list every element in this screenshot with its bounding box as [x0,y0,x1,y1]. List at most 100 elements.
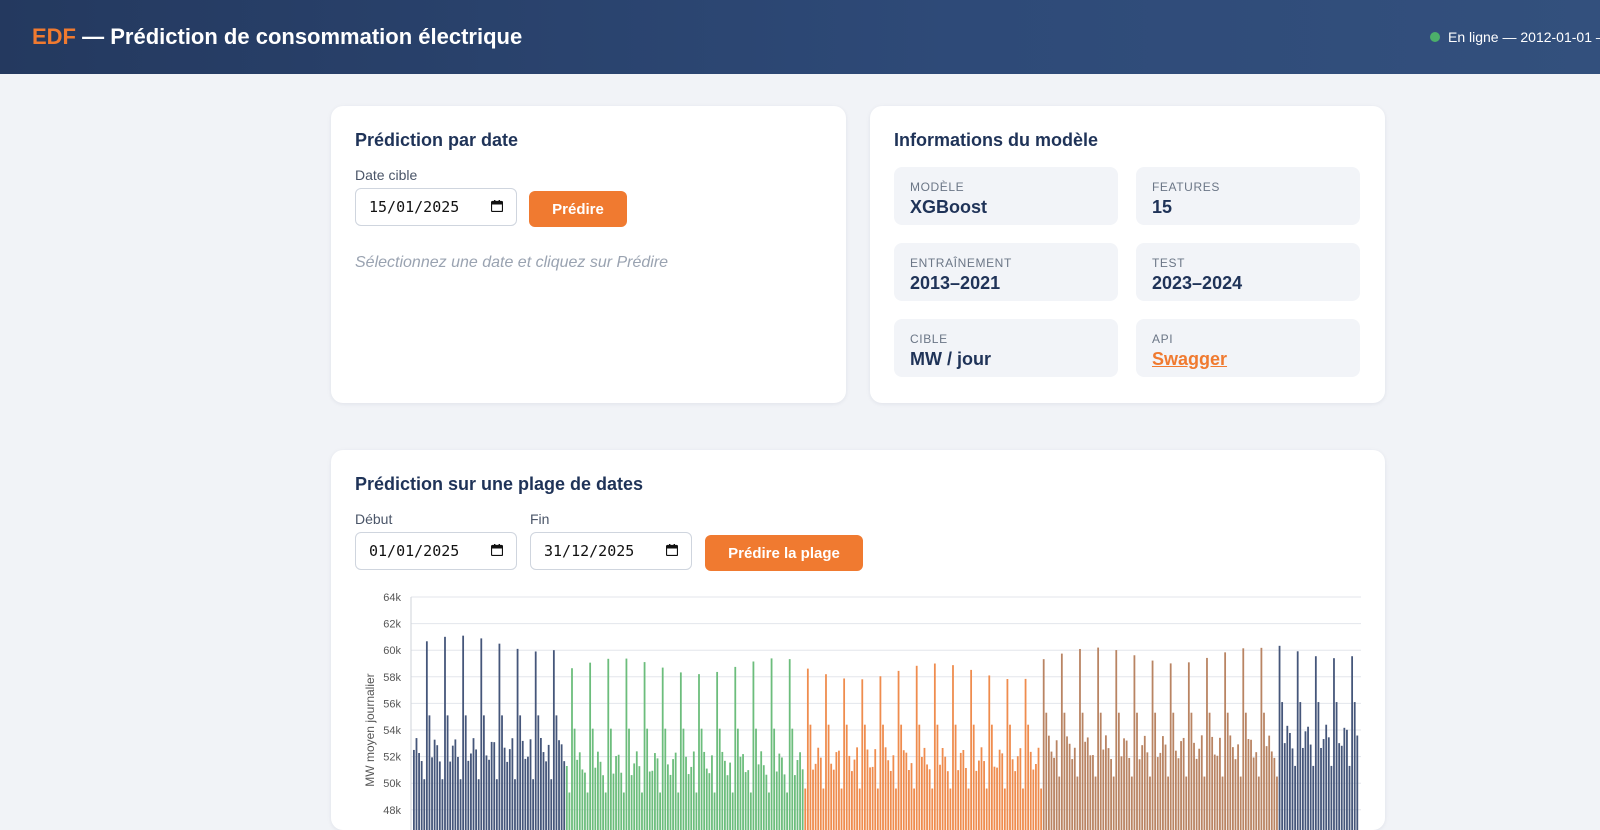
consumption-bar[interactable] [815,764,817,830]
consumption-bar[interactable] [970,670,972,830]
consumption-bar[interactable] [1349,766,1351,830]
consumption-bar[interactable] [843,678,845,830]
consumption-bar[interactable] [1136,713,1138,830]
consumption-bar[interactable] [804,789,806,830]
consumption-bar[interactable] [1276,777,1278,830]
consumption-bar[interactable] [491,742,493,830]
consumption-bar[interactable] [1216,756,1218,830]
consumption-bar[interactable] [900,725,902,830]
consumption-bar[interactable] [662,668,664,830]
consumption-bar[interactable] [833,770,835,830]
consumption-bar[interactable] [423,779,425,830]
consumption-bar[interactable] [563,761,565,830]
consumption-bar[interactable] [903,750,905,830]
consumption-bar[interactable] [1102,750,1104,830]
consumption-bar[interactable] [426,641,428,830]
consumption-bar[interactable] [1009,725,1011,830]
consumption-bar[interactable] [519,715,521,830]
consumption-bar[interactable] [913,789,915,830]
consumption-bar[interactable] [1121,756,1123,830]
consumption-bar[interactable] [1336,702,1338,830]
consumption-bar[interactable] [768,793,770,830]
consumption-bar[interactable] [973,725,975,830]
consumption-bar[interactable] [1263,713,1265,830]
consumption-bar[interactable] [861,679,863,830]
consumption-bar[interactable] [504,748,506,830]
consumption-bar[interactable] [1196,759,1198,830]
consumption-bar[interactable] [638,766,640,830]
consumption-bar[interactable] [1134,655,1136,830]
consumption-bar[interactable] [1017,756,1019,830]
consumption-bar[interactable] [1056,740,1058,830]
consumption-bar[interactable] [708,773,710,830]
consumption-bar[interactable] [1305,731,1307,830]
consumption-bar[interactable] [937,725,939,830]
consumption-bar[interactable] [569,793,571,830]
consumption-bar[interactable] [1310,745,1312,830]
consumption-bar[interactable] [719,729,721,830]
consumption-bar[interactable] [1025,679,1027,830]
consumption-bar[interactable] [675,753,677,830]
consumption-bar[interactable] [856,747,858,830]
predict-button[interactable]: Prédire [529,191,627,227]
consumption-bar[interactable] [716,672,718,830]
consumption-bar[interactable] [975,771,977,830]
consumption-bar[interactable] [677,793,679,830]
consumption-bar[interactable] [978,761,980,830]
consumption-bar[interactable] [991,725,993,830]
consumption-bar[interactable] [475,749,477,830]
consumption-bar[interactable] [548,745,550,830]
consumption-bar[interactable] [747,770,749,830]
consumption-bar[interactable] [791,729,793,830]
consumption-bar[interactable] [1330,766,1332,830]
consumption-bar[interactable] [1118,713,1120,830]
consumption-bar[interactable] [771,658,773,830]
consumption-bar[interactable] [683,729,685,830]
consumption-bar[interactable] [1343,728,1345,830]
consumption-bar[interactable] [750,793,752,830]
consumption-bar[interactable] [421,761,423,830]
consumption-bar[interactable] [1030,752,1032,830]
consumption-bar[interactable] [1019,748,1021,830]
consumption-bar[interactable] [724,761,726,830]
consumption-bar[interactable] [597,752,599,830]
consumption-bar[interactable] [880,676,882,830]
consumption-bar[interactable] [929,769,931,830]
consumption-bar[interactable] [854,760,856,830]
consumption-bar[interactable] [745,772,747,830]
consumption-bar[interactable] [763,765,765,830]
consumption-bar[interactable] [988,675,990,830]
consumption-bar[interactable] [631,775,633,830]
consumption-bar[interactable] [950,789,952,830]
consumption-bar[interactable] [1198,749,1200,830]
consumption-bar[interactable] [1141,745,1143,830]
consumption-bar[interactable] [1012,759,1014,830]
consumption-bar[interactable] [587,793,589,830]
consumption-bar[interactable] [1351,656,1353,830]
consumption-bar[interactable] [623,793,625,830]
consumption-bar[interactable] [670,775,672,830]
consumption-bar[interactable] [584,773,586,830]
consumption-bar[interactable] [1032,770,1034,830]
consumption-bar[interactable] [454,739,456,830]
consumption-bar[interactable] [467,761,469,830]
consumption-bar[interactable] [1007,679,1009,830]
consumption-bar[interactable] [1258,777,1260,830]
consumption-bar[interactable] [1113,777,1115,830]
consumption-bar[interactable] [1294,766,1296,830]
consumption-bar[interactable] [895,789,897,830]
consumption-bar[interactable] [1123,738,1125,830]
consumption-bar[interactable] [589,663,591,830]
consumption-bar[interactable] [1084,742,1086,830]
consumption-bar[interactable] [418,753,420,830]
consumption-bar[interactable] [1255,752,1257,830]
consumption-bar[interactable] [530,739,532,830]
consumption-bar[interactable] [952,665,954,830]
consumption-bar[interactable] [955,725,957,830]
consumption-bar[interactable] [1191,713,1193,830]
consumption-bar[interactable] [908,770,910,830]
consumption-bar[interactable] [659,793,661,830]
consumption-bar[interactable] [965,768,967,830]
consumption-bar[interactable] [436,745,438,830]
consumption-bar[interactable] [703,752,705,830]
